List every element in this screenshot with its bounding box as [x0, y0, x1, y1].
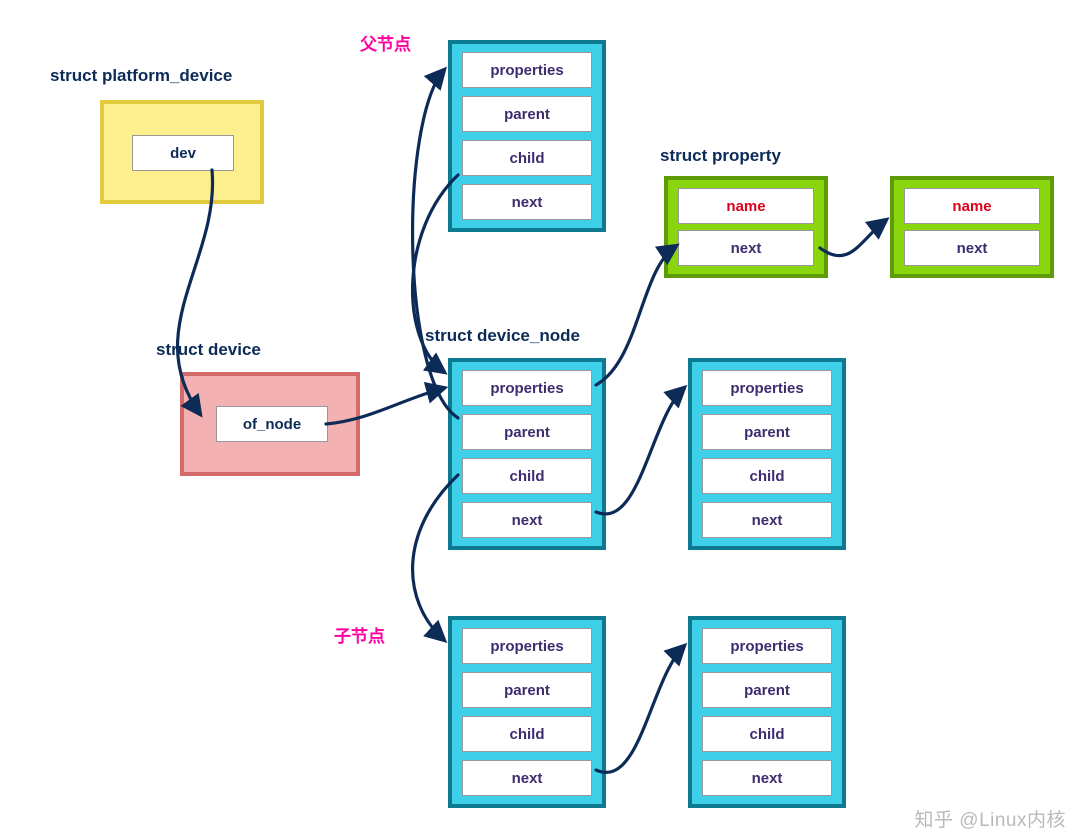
field-child: child [462, 716, 592, 752]
field-next: next [462, 760, 592, 796]
watermark: 知乎 @Linux内核 [915, 805, 1067, 832]
box-device-node-parent: properties parent child next [448, 40, 606, 232]
field-properties: properties [462, 52, 592, 88]
title-child-node: 子节点 [334, 622, 385, 647]
field-next: next [462, 502, 592, 538]
field-properties: properties [462, 628, 592, 664]
title-device: struct device [156, 340, 261, 360]
field-child: child [462, 140, 592, 176]
field-properties: properties [702, 628, 832, 664]
field-next: next [702, 760, 832, 796]
field-name: name [678, 188, 814, 224]
field-parent: parent [702, 672, 832, 708]
field-name: name [904, 188, 1040, 224]
field-parent: parent [462, 414, 592, 450]
field-next: next [904, 230, 1040, 266]
field-next: next [702, 502, 832, 538]
field-child: child [462, 458, 592, 494]
title-parent-node: 父节点 [360, 30, 411, 55]
box-property-1: name next [664, 176, 828, 278]
title-property: struct property [660, 146, 781, 166]
field-child: child [702, 716, 832, 752]
box-device-node-child-sibling: properties parent child next [688, 616, 846, 808]
box-device-node-child: properties parent child next [448, 616, 606, 808]
field-child: child [702, 458, 832, 494]
field-parent: parent [462, 96, 592, 132]
field-parent: parent [462, 672, 592, 708]
title-device-node: struct device_node [425, 326, 580, 346]
box-property-2: name next [890, 176, 1054, 278]
field-next: next [678, 230, 814, 266]
title-platform-device: struct platform_device [50, 66, 232, 86]
field-dev: dev [132, 135, 234, 171]
field-next: next [462, 184, 592, 220]
field-properties: properties [462, 370, 592, 406]
field-of-node: of_node [216, 406, 328, 442]
box-device-node-sibling: properties parent child next [688, 358, 846, 550]
field-parent: parent [702, 414, 832, 450]
box-device-node-main: properties parent child next [448, 358, 606, 550]
field-properties: properties [702, 370, 832, 406]
